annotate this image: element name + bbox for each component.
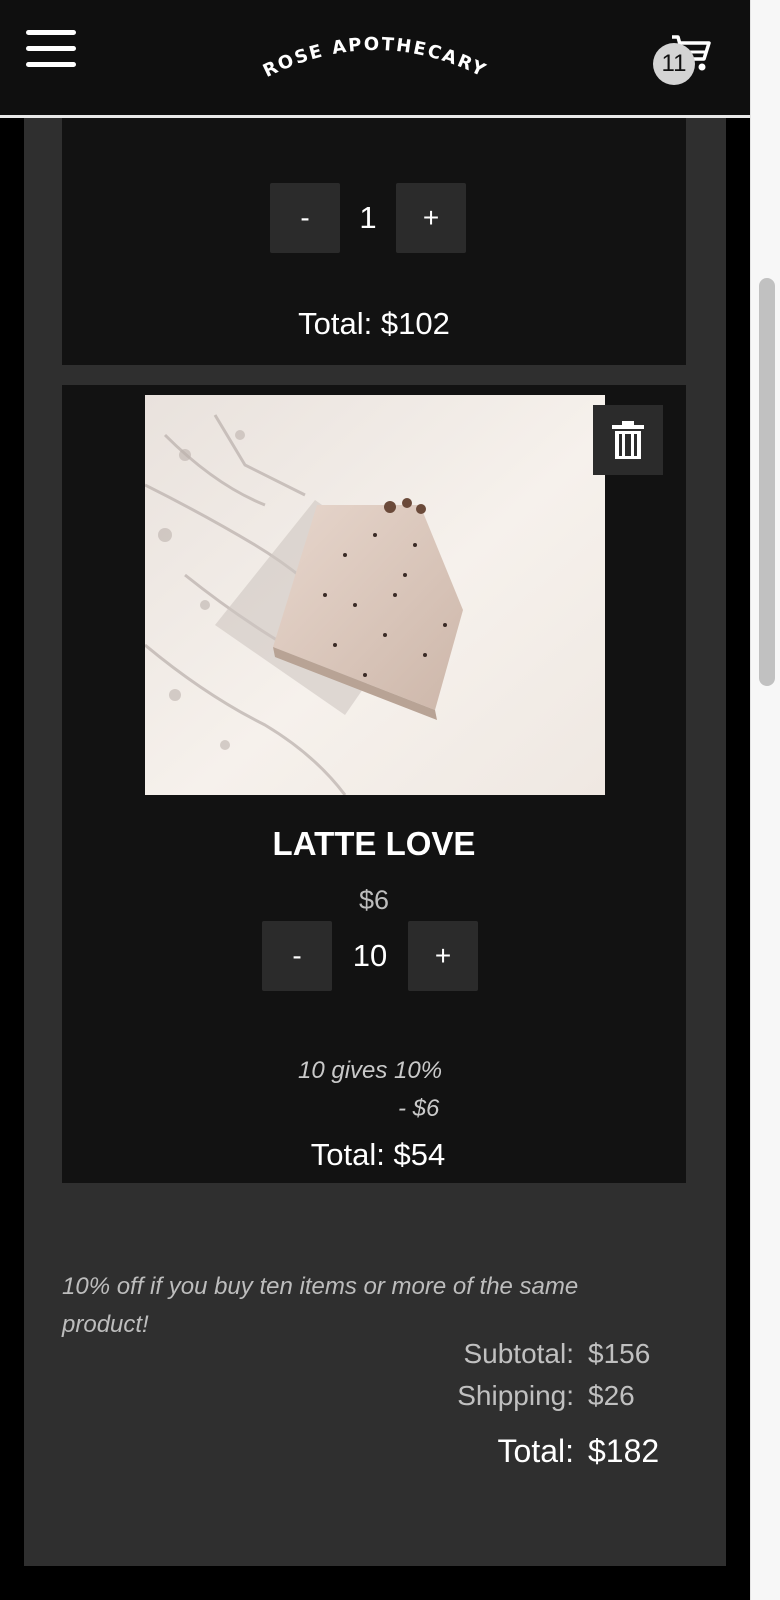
brand-logo-text: ROSE APOTHECARY <box>260 34 491 82</box>
increase-quantity-button[interactable]: + <box>408 921 478 991</box>
cart-container: - 1 + Total: $102 LATTE LOVE $6 - 10 + 1… <box>24 118 726 1566</box>
decrease-quantity-button[interactable]: - <box>262 921 332 991</box>
item-total: Total: $54 <box>310 1137 446 1172</box>
cart-count-badge: 11 <box>653 43 695 85</box>
quantity-value: 1 <box>359 200 377 235</box>
shipping-value: $26 <box>588 1380 635 1411</box>
cart-button[interactable]: 11 <box>650 30 722 92</box>
hamburger-menu-icon[interactable] <box>26 30 76 70</box>
item-total: Total: $102 <box>298 306 450 341</box>
product-price: $6 <box>358 885 390 915</box>
grand-total-value: $182 <box>588 1433 660 1469</box>
cart-item-card: - 1 + Total: $102 <box>62 118 686 365</box>
product-image <box>145 395 605 795</box>
product-name: LATTE LOVE <box>272 825 476 862</box>
cart-item-card: LATTE LOVE $6 - 10 + 10 gives 10% - $6 T… <box>62 385 686 1183</box>
quantity-value: 10 <box>352 938 388 973</box>
grand-total-label: Total: <box>497 1433 574 1469</box>
scrollbar-thumb[interactable] <box>759 278 775 686</box>
quantity-stepper: - 10 + <box>262 921 478 991</box>
quantity-stepper: - 1 + <box>270 183 466 253</box>
delete-item-button[interactable] <box>593 405 663 475</box>
shipping-label: Shipping: <box>457 1380 574 1411</box>
subtotal-label: Subtotal: <box>463 1338 574 1369</box>
increase-quantity-button[interactable]: + <box>396 183 466 253</box>
brand-logo[interactable]: ROSE APOTHECARY <box>240 20 510 100</box>
page-scrollbar[interactable] <box>750 0 780 1600</box>
discount-note: 10 gives 10% <box>298 1057 443 1084</box>
trash-icon <box>612 421 644 459</box>
promo-text: 10% off if you buy ten items or more of … <box>62 1273 579 1338</box>
decrease-quantity-button[interactable]: - <box>270 183 340 253</box>
subtotal-value: $156 <box>588 1338 651 1369</box>
discount-amount: - $6 <box>398 1095 440 1122</box>
site-header: ROSE APOTHECARY 11 <box>0 0 750 118</box>
